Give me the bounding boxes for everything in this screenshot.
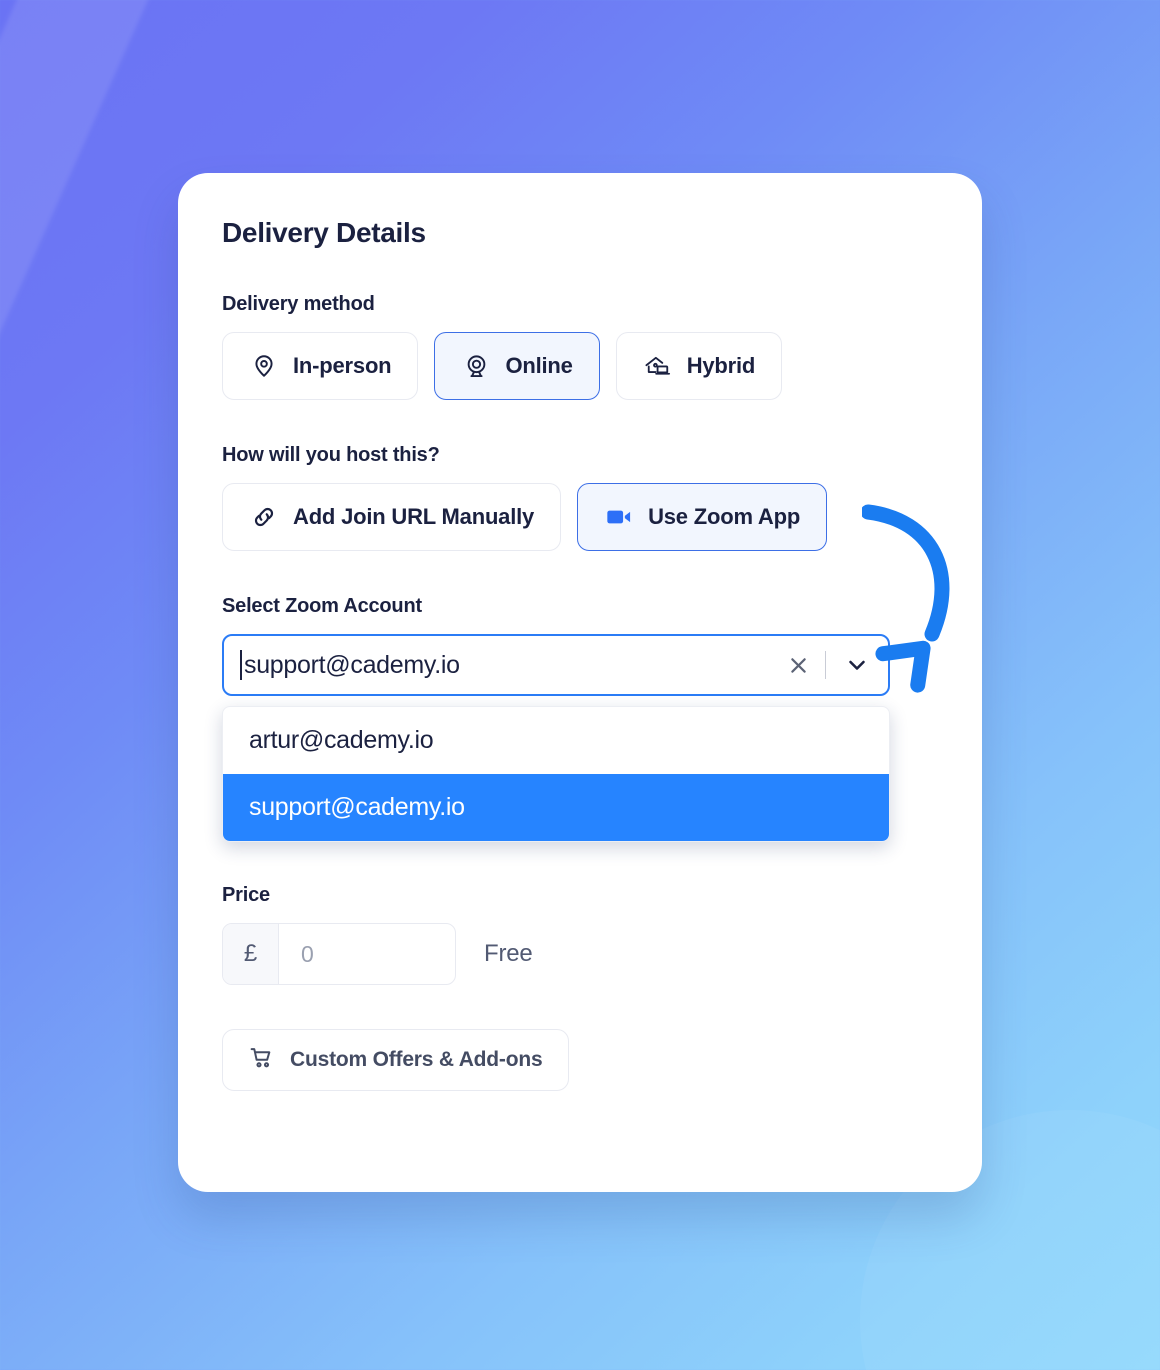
zoom-account-label: Select Zoom Account — [222, 595, 422, 617]
delivery-method-label: Delivery method — [222, 293, 375, 315]
hosting-add-join-url-button[interactable]: Add Join URL Manually — [222, 483, 562, 551]
price-section: Price £ 0 Free Custom Offers & Add-ons — [222, 884, 982, 1091]
zoom-account-option-support[interactable]: support@cademy.io — [223, 774, 889, 841]
hosting-add-join-url-label: Add Join URL Manually — [293, 504, 535, 529]
currency-symbol: £ — [223, 924, 279, 984]
select-divider — [825, 651, 826, 679]
zoom-account-select-control[interactable]: support@cademy.io — [222, 634, 890, 696]
close-x-icon[interactable] — [781, 648, 815, 682]
hosting-use-zoom-app-button[interactable]: Use Zoom App — [577, 483, 828, 551]
background-decoration-streak — [0, 0, 181, 402]
price-input-group[interactable]: £ 0 — [222, 923, 456, 985]
hosting-label: How will you host this? — [222, 444, 440, 466]
delivery-method-online-button[interactable]: Online — [434, 332, 600, 400]
map-pin-icon — [249, 351, 279, 381]
shopping-cart-icon — [249, 1045, 274, 1076]
link-icon — [249, 502, 279, 532]
delivery-method-hybrid-button[interactable]: Hybrid — [615, 332, 783, 400]
price-row: £ 0 Free — [222, 923, 982, 985]
zoom-account-dropdown-menu: artur@cademy.io support@cademy.io — [222, 706, 890, 842]
zoom-account-option-artur[interactable]: artur@cademy.io — [223, 707, 889, 774]
delivery-details-card: Delivery Details Delivery method In-pers… — [178, 173, 982, 1192]
house-laptop-icon — [643, 351, 673, 381]
price-label: Price — [222, 884, 270, 906]
webcam-icon — [461, 351, 491, 381]
delivery-method-online-label: Online — [505, 353, 573, 378]
custom-offers-addons-label: Custom Offers & Add-ons — [290, 1048, 543, 1071]
delivery-method-in-person-button[interactable]: In-person — [222, 332, 419, 400]
zoom-account-select: support@cademy.io artur@cademy.io suppor… — [222, 634, 890, 842]
price-input[interactable]: 0 — [279, 924, 455, 984]
delivery-method-in-person-label: In-person — [293, 353, 392, 378]
price-free-hint: Free — [484, 940, 533, 967]
custom-offers-addons-button[interactable]: Custom Offers & Add-ons — [222, 1029, 570, 1091]
zoom-account-input[interactable]: support@cademy.io — [240, 650, 781, 680]
delivery-method-options: In-person Online Hybrid — [222, 332, 982, 400]
delivery-method-hybrid-label: Hybrid — [686, 353, 756, 378]
video-camera-icon — [604, 502, 634, 532]
hosting-use-zoom-app-label: Use Zoom App — [648, 504, 801, 529]
chevron-down-icon[interactable] — [840, 648, 874, 682]
hosting-options: Add Join URL Manually Use Zoom App — [222, 483, 982, 551]
page-title: Delivery Details — [222, 217, 426, 248]
text-cursor — [240, 650, 242, 680]
